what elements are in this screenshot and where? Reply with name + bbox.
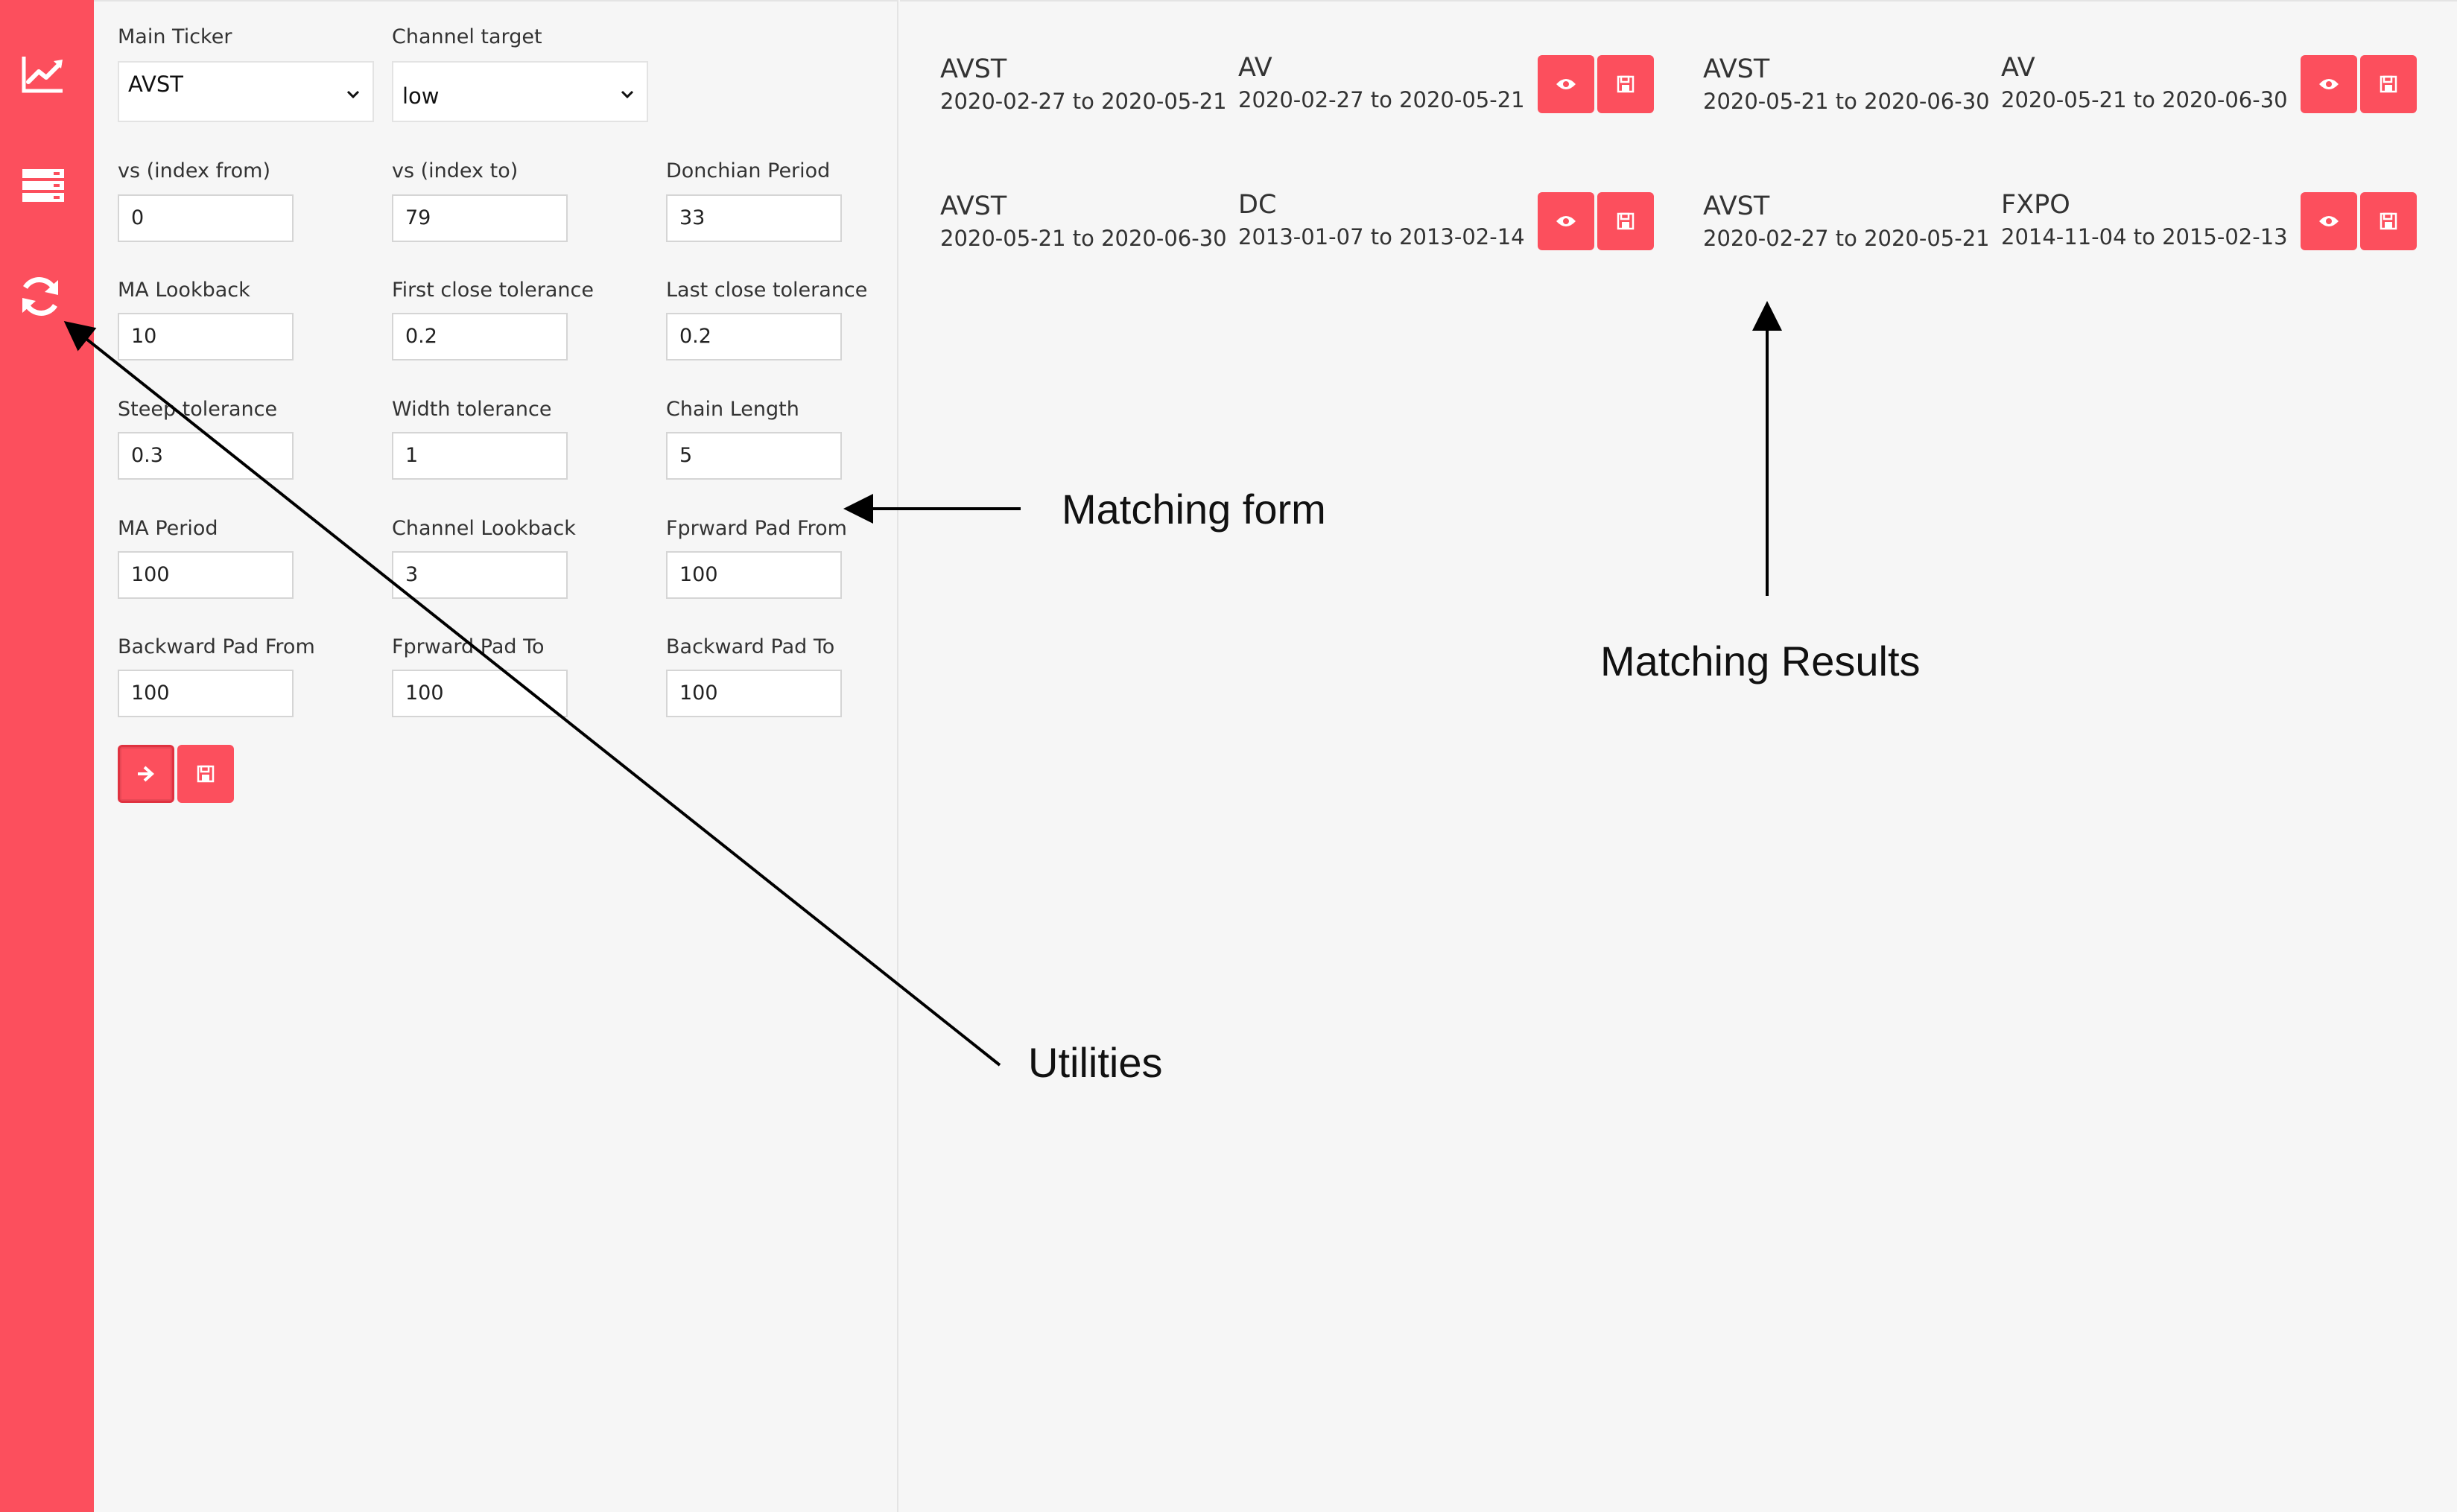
width-tolerance-label: Width tolerance [392, 398, 552, 421]
result-main-range: 2020-02-27 to 2020-05-21 [940, 89, 1227, 114]
result-main-ticker: AVST [940, 54, 1007, 84]
utilities-annotation: Utilities [1028, 1039, 1163, 1086]
chevron-down-icon [621, 90, 634, 99]
vs-index-from-label: vs (index from) [118, 159, 270, 182]
eye-icon [2319, 79, 2339, 89]
ma-lookback-label: MA Lookback [118, 279, 250, 302]
forward-pad-to-input[interactable]: 100 [392, 670, 568, 717]
result-main-ticker: AVST [1703, 54, 1770, 84]
result-match-ticker: FXPO [2001, 190, 2070, 220]
matching-form-panel: Main Ticker AVST Channel target low vs (… [94, 0, 898, 1512]
refresh-icon[interactable] [13, 270, 67, 323]
matching-results-panel: AVST 2020-02-27 to 2020-05-21 AV 2020-02… [900, 0, 2457, 1512]
result-match-ticker: DC [1238, 190, 1277, 220]
save-icon [1617, 212, 1635, 230]
main-ticker-value: AVST [128, 72, 183, 97]
eye-icon [1556, 79, 1576, 89]
donchian-period-label: Donchian Period [666, 159, 831, 182]
arrow-right-icon [138, 766, 154, 782]
chain-length-label: Chain Length [666, 398, 799, 421]
main-ticker-label: Main Ticker [118, 25, 232, 48]
sidebar [0, 0, 94, 1512]
save-icon [2380, 75, 2397, 93]
result-match-range: 2020-02-27 to 2020-05-21 [1238, 87, 1525, 112]
ma-period-label: MA Period [118, 517, 218, 540]
first-close-tolerance-input[interactable]: 0.2 [392, 313, 568, 360]
save-result-button[interactable] [1597, 192, 1654, 250]
main-ticker-select[interactable]: AVST [118, 61, 374, 122]
matching-form-annotation: Matching form [1062, 486, 1326, 533]
view-result-button[interactable] [2301, 192, 2357, 250]
backward-pad-to-label: Backward Pad To [666, 635, 835, 658]
result-main-ticker: AVST [1703, 191, 1770, 221]
backward-pad-from-input[interactable]: 100 [118, 670, 294, 717]
forward-pad-from-label: Fprward Pad From [666, 517, 847, 540]
chevron-down-icon [346, 90, 360, 99]
matching-results-annotation: Matching Results [1600, 638, 1921, 684]
line-chart-icon[interactable] [16, 48, 70, 101]
save-result-button[interactable] [2360, 192, 2417, 250]
steep-tolerance-label: Steep tolerance [118, 398, 278, 421]
result-match-ticker: AV [2001, 53, 2035, 83]
eye-icon [1556, 216, 1576, 226]
vs-index-to-label: vs (index to) [392, 159, 519, 182]
server-stack-icon[interactable] [16, 159, 70, 212]
view-result-button[interactable] [1538, 192, 1594, 250]
channel-lookback-input[interactable]: 3 [392, 551, 568, 599]
save-icon [1617, 75, 1635, 93]
donchian-period-input[interactable]: 33 [666, 194, 842, 242]
backward-pad-to-input[interactable]: 100 [666, 670, 842, 717]
vs-index-from-input[interactable]: 0 [118, 194, 294, 242]
ma-period-input[interactable]: 100 [118, 551, 294, 599]
width-tolerance-input[interactable]: 1 [392, 432, 568, 480]
backward-pad-from-label: Backward Pad From [118, 635, 315, 658]
result-main-range: 2020-02-27 to 2020-05-21 [1703, 226, 1990, 251]
last-close-tolerance-input[interactable]: 0.2 [666, 313, 842, 360]
forward-pad-to-label: Fprward Pad To [392, 635, 545, 658]
save-result-button[interactable] [1597, 55, 1654, 113]
first-close-tolerance-label: First close tolerance [392, 279, 594, 302]
save-icon [2380, 212, 2397, 230]
vs-index-to-input[interactable]: 79 [392, 194, 568, 242]
channel-target-label: Channel target [392, 25, 542, 48]
view-result-button[interactable] [2301, 55, 2357, 113]
result-match-range: 2014-11-04 to 2015-02-13 [2001, 224, 2288, 250]
channel-lookback-label: Channel Lookback [392, 517, 576, 540]
result-main-range: 2020-05-21 to 2020-06-30 [940, 226, 1227, 251]
save-result-button[interactable] [2360, 55, 2417, 113]
result-main-range: 2020-05-21 to 2020-06-30 [1703, 89, 1990, 114]
forward-pad-from-input[interactable]: 100 [666, 551, 842, 599]
result-match-range: 2013-01-07 to 2013-02-14 [1238, 224, 1525, 250]
result-main-ticker: AVST [940, 191, 1007, 221]
save-form-button[interactable] [177, 745, 234, 803]
eye-icon [2319, 216, 2339, 226]
ma-lookback-input[interactable]: 10 [118, 313, 294, 360]
save-icon [197, 765, 215, 783]
chain-length-input[interactable]: 5 [666, 432, 842, 480]
channel-target-value: low [402, 83, 440, 109]
view-result-button[interactable] [1538, 55, 1594, 113]
result-match-range: 2020-05-21 to 2020-06-30 [2001, 87, 2288, 112]
steep-tolerance-input[interactable]: 0.3 [118, 432, 294, 480]
channel-target-select[interactable]: low [392, 61, 648, 122]
result-match-ticker: AV [1238, 53, 1272, 83]
last-close-tolerance-label: Last close tolerance [666, 279, 868, 302]
run-match-button[interactable] [118, 745, 174, 803]
